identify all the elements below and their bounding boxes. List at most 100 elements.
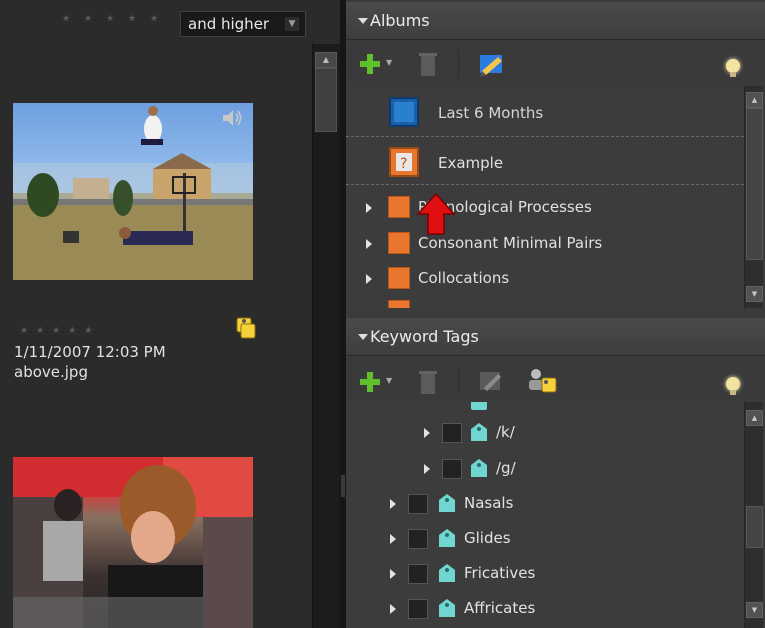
tag-checkbox[interactable] [408,529,428,549]
expand-triangle-icon[interactable] [424,428,430,438]
albums-panel-header[interactable]: Albums [346,2,765,40]
rating-star-icon[interactable]: ★ [20,326,28,336]
smart-album-icon [389,97,419,127]
tip-bulb-icon[interactable] [726,377,740,395]
media-scrollbar[interactable]: ▲ [312,44,341,628]
tip-bulb-icon[interactable] [726,59,740,77]
scroll-up-icon[interactable]: ▲ [315,52,337,68]
expand-triangle-icon[interactable] [390,499,396,509]
expand-triangle-icon[interactable] [366,239,372,249]
expand-triangle-icon[interactable] [390,569,396,579]
tag-people-icon[interactable] [526,366,560,396]
edit-album-icon[interactable] [478,51,506,77]
rating-star-icon[interactable]: ★ [68,326,76,336]
delete-tag-trash-icon[interactable] [419,371,437,394]
tag-icon [439,599,455,617]
collapse-triangle-icon[interactable] [358,18,368,24]
keyword-tag-icon[interactable] [232,312,258,340]
tag-item-nasals[interactable]: Nasals [346,487,744,521]
tag-icon [471,423,487,441]
rating-star-icon[interactable]: ★ [36,326,44,336]
scroll-thumb[interactable] [746,108,763,260]
scroll-up-icon[interactable]: ▲ [746,92,763,108]
photo-rating[interactable]: ★ ★ ★ ★ ★ [20,318,100,337]
album-item-last-6-months[interactable]: Last 6 Months [346,94,744,130]
chevron-down-icon[interactable]: ▼ [285,17,299,31]
tag-icon [439,494,455,512]
tag-item-glides[interactable]: Glides [346,522,744,556]
tag-checkbox[interactable] [442,459,462,479]
speaker-icon[interactable] [221,108,243,128]
new-tag-plus-icon[interactable] [360,372,380,392]
album-item-phonological-processes[interactable]: Phonological Processes [346,190,744,226]
rating-star-icon[interactable]: ★ [128,14,136,24]
scroll-down-icon[interactable]: ▼ [746,286,763,302]
collapse-triangle-icon[interactable] [358,334,368,340]
expand-triangle-icon[interactable] [366,203,372,213]
rating-star-icon[interactable]: ★ [106,14,114,24]
tag-item-fricatives[interactable]: Fricatives [346,557,744,591]
expand-triangle-icon[interactable] [366,274,372,284]
chevron-down-icon[interactable]: ▼ [386,58,392,67]
tag-label: /g/ [496,459,516,477]
tag-checkbox[interactable] [408,564,428,584]
scroll-up-icon[interactable]: ▲ [746,410,763,426]
media-browser: ★ ★ ★ ★ ★ and higher ▼ ★ ★ ★ ★ ★ 1/11/20… [0,0,341,628]
splitter-grip[interactable] [341,475,345,497]
tag-checkbox[interactable] [408,599,428,619]
rating-filter-bar: ★ ★ ★ ★ ★ and higher ▼ [0,0,312,44]
photo-thumbnail[interactable] [13,457,253,628]
rating-star-icon[interactable]: ★ [84,326,92,336]
scroll-thumb[interactable] [315,68,337,132]
keyword-tags-title: Keyword Tags [370,327,479,346]
album-item-collocations[interactable]: Collocations [346,261,744,297]
tag-label: /k/ [496,423,515,441]
rating-star-icon[interactable]: ★ [150,14,158,24]
expand-triangle-icon[interactable] [424,464,430,474]
rating-star-icon[interactable]: ★ [62,14,70,24]
rating-filter-select[interactable]: and higher ▼ [180,11,306,37]
tag-icon [470,402,488,412]
album-label: Last 6 Months [438,104,544,122]
selection-border-bottom [346,184,744,185]
album-item-example[interactable]: ? Example [346,144,744,180]
tag-label: Glides [464,529,511,547]
toolbar-divider [458,368,459,396]
photo-filename: above.jpg [14,363,88,381]
tag-item-g[interactable]: /g/ [346,452,744,486]
album-label: Example [438,154,504,172]
organize-panel: Albums ▼ Last 6 Months ? Example Phonolo… [346,0,765,628]
scroll-down-icon[interactable]: ▼ [746,602,763,618]
album-label: Consonant Minimal Pairs [418,234,603,252]
album-icon [388,267,410,289]
delete-album-trash-icon[interactable] [419,53,437,76]
expand-triangle-icon[interactable] [390,604,396,614]
albums-title: Albums [370,11,430,30]
tag-label: Affricates [464,599,536,617]
tag-icon [439,564,455,582]
keyword-tags-scrollbar[interactable]: ▲ ▼ [744,402,763,628]
tag-label: Fricatives [464,564,536,582]
photo-thumbnail[interactable] [13,103,253,280]
new-album-plus-icon[interactable] [360,54,380,74]
tag-item-k[interactable]: /k/ [346,416,744,450]
expand-triangle-icon[interactable] [390,534,396,544]
album-question-icon: ? [389,147,419,177]
tag-icon [439,529,455,547]
tag-item-affricates[interactable]: Affricates [346,592,744,626]
rating-star-icon[interactable]: ★ [52,326,60,336]
scroll-thumb[interactable] [746,506,763,548]
tag-checkbox[interactable] [442,423,462,443]
tag-checkbox[interactable] [408,494,428,514]
rating-star-icon[interactable]: ★ [84,14,92,24]
keyword-tags-panel-header[interactable]: Keyword Tags [346,318,765,356]
svg-text:?: ? [400,156,407,172]
tag-label: Nasals [464,494,514,512]
edit-tag-icon[interactable] [478,368,504,394]
albums-scrollbar[interactable]: ▲ ▼ [744,86,763,308]
album-icon [388,232,410,254]
album-label: Collocations [418,269,510,287]
album-item-consonant-minimal-pairs[interactable]: Consonant Minimal Pairs [346,226,744,262]
album-icon [388,196,410,218]
chevron-down-icon[interactable]: ▼ [386,376,392,385]
